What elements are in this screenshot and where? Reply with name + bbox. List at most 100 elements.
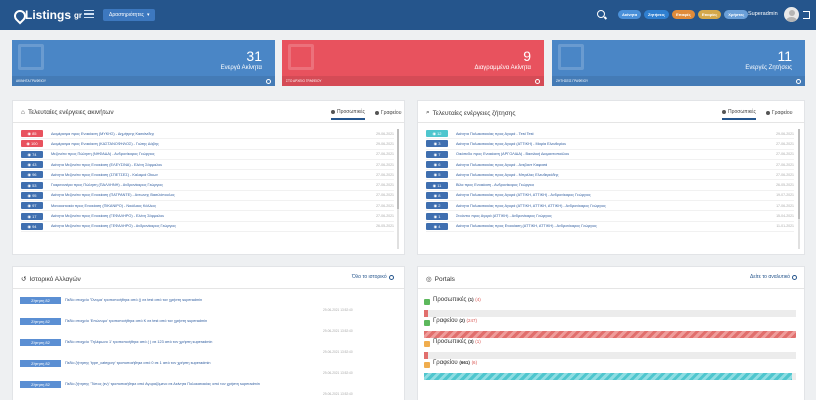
list-item[interactable]: ◉ 17 Ακίνητα Μεζονέτα προς Ενοικίαση (ΓΕΦ… <box>21 211 394 222</box>
id-badge[interactable]: ◉ 17 <box>21 212 43 220</box>
row-text[interactable]: Ακίνητα Πολυκατοικίας προς Αγορά - Μπρέλ… <box>456 173 559 177</box>
scrollbar-thumb[interactable] <box>397 129 399 209</box>
list-item[interactable]: ◉ 5 Ακίνητα Πολυκατοικίας προς Αγορά - Μπ… <box>426 170 794 181</box>
row-text[interactable]: Διαμέρισμα προς Ενοικίαση (ΚΑΣΤΑΝΟΦΗΛΟΣ)… <box>51 142 159 146</box>
list-item[interactable]: ◉ 8 Ακίνητα Πολυκατοικίας προς Αγορά (ΑΤΤ… <box>426 191 794 202</box>
activities-dropdown-label: Δραστηριότητες <box>109 12 144 18</box>
stat-footer[interactable]: ΖΗΤΗΣΕΙΣ ΓΡΑΦΕΙΟΥ <box>552 76 805 86</box>
tab-office[interactable]: Γραφείου <box>765 109 792 120</box>
id-badge[interactable]: ◉ 1 <box>426 212 448 220</box>
history-badge[interactable]: Ζήτηση 82 <box>20 297 61 304</box>
row-text[interactable]: Γκαρσονιέρα προς Πώληση (ΠΑΛΛΗΝΗ) - Ανδρ… <box>51 183 163 187</box>
row-text[interactable]: Ακίνητα Πολυκατοικίας προς Ενοικίαση (ΑΤ… <box>456 224 597 228</box>
row-text[interactable]: Ακίνητα Μεζονέτα προς Ενοικίαση (ΓΕΦΑΛΗΡ… <box>51 224 176 228</box>
id-badge[interactable]: ◉ 96 <box>21 171 43 179</box>
list-item[interactable]: ◉ 97 Μονοκατοικία προς Ενοικίαση (ΠΙΚΑΝΙΡ… <box>21 201 394 212</box>
id-badge[interactable]: ◉ 3 <box>426 140 448 148</box>
avatar[interactable] <box>784 7 799 22</box>
row-text[interactable]: Ακίνητα Μεζονέτα προς Ενοικίαση (ΓΕΦΑΛΗΡ… <box>51 214 164 218</box>
list-item[interactable]: ◉ 1 Στούντιο προς Αγορά (ΑΤΤΙΚΗ) - Ανδρον… <box>426 211 794 222</box>
id-badge[interactable]: ◉ 2 <box>426 202 448 210</box>
list-item[interactable]: ◉ 85 Διαμέρισμα προς Ενοικίαση (ΜΥΚΗΣ) - … <box>21 129 394 140</box>
row-text[interactable]: Μονοκατοικία προς Ενοικίαση (ΠΙΚΑΝΙΡΟ) -… <box>51 204 156 208</box>
id-badge[interactable]: ◉ 43 <box>21 161 43 169</box>
stat-card-2[interactable]: 11 Ενεργές Ζητήσεις ΖΗΤΗΣΕΙΣ ΓΡΑΦΕΙΟΥ <box>552 40 805 86</box>
row-text[interactable]: Ακίνητα Πολυκατοικίας προς Αγορά - Test … <box>456 132 534 136</box>
id-badge[interactable]: ◉ 94 <box>21 222 43 230</box>
row-text[interactable]: Βίλα προς Ενοικίαση - Ανδρονίκαρος Γεώργ… <box>456 183 534 187</box>
list-item[interactable]: ◉ 53 Γκαρσονιέρα προς Πώληση (ΠΑΛΛΗΝΗ) - … <box>21 180 394 191</box>
history-badge[interactable]: Ζήτηση 82 <box>20 381 61 388</box>
row-text[interactable]: Ακίνητα Μεζονέτα προς Ενοικίαση (ΣΠΕΤΣΕΣ… <box>51 173 158 177</box>
id-badge[interactable]: ◉ 97 <box>21 202 43 210</box>
row-text[interactable]: Διαμέρισμα προς Ενοικίαση (ΜΥΚΗΣ) - Δημή… <box>51 132 154 136</box>
quick-add-1-button[interactable]: Ζητήσεις <box>644 10 669 19</box>
folder-icon <box>288 44 314 70</box>
row-text[interactable]: Οικόπεδο προς Ενοικίαση (ΑΡΓΟΛΙΔΑ) - Βασ… <box>456 152 569 156</box>
id-badge[interactable]: ◉ 5 <box>426 171 448 179</box>
all-history-link[interactable]: Όλο το ιστορικό <box>352 274 394 280</box>
progress-fill <box>424 373 793 380</box>
list-item[interactable]: ◉ 11 Βίλα προς Ενοικίαση - Ανδρονίκαρος Γ… <box>426 180 794 191</box>
stat-card-0[interactable]: 31 Ενεργά Ακίνητα ΑΚΙΝΗΤΑ ΓΡΑΦΕΙΟΥ <box>12 40 275 86</box>
quick-add-3-button[interactable]: Εταιρίες <box>697 10 722 19</box>
row-text[interactable]: Ακίνητα Πολυκατοικίας προς Αγορά (ΑΤΤΙΚΗ… <box>456 193 591 197</box>
id-badge[interactable]: ◉ 6 <box>426 161 448 169</box>
list-item[interactable]: ◉ 3 Ακίνητα Πολυκατοικίας προς Αγορά (ΑΤΤ… <box>426 139 794 150</box>
row-text[interactable]: Ακίνητα Μεζονέτα προς Ενοικίαση (ΕΛΕΥΣΙΝ… <box>51 163 162 167</box>
id-badge[interactable]: ◉ 100 <box>21 140 43 148</box>
app-logo[interactable]: Listings gr <box>14 8 82 22</box>
list-item[interactable]: ◉ 43 Ακίνητα Μεζονέτα προς Ενοικίαση (ΕΛΕ… <box>21 160 394 171</box>
progress-track <box>424 331 796 338</box>
list-item[interactable]: ◉ 12 Ακίνητα Πολυκατοικίας προς Αγορά - T… <box>426 129 794 140</box>
menu-toggle-icon[interactable] <box>84 10 94 18</box>
activities-dropdown[interactable]: Δραστηριότητες ▾ <box>103 9 156 21</box>
row-text[interactable]: Στούντιο προς Αγορά (ΑΤΤΙΚΗ) - Ανδρονίκα… <box>456 214 552 218</box>
row-text[interactable]: Ακίνητα Πολυκατοικίας προς Αγορά (ΑΤΤΙΚΗ… <box>456 142 566 146</box>
id-badge[interactable]: ◉ 4 <box>426 222 448 230</box>
stat-footer[interactable]: ΣΤΟ ΑΡΧΕΙΟ ΓΡΑΦΕΙΟΥ <box>282 76 544 86</box>
list-item[interactable]: ◉ 74 Μεζονέτα προς Πώληση (ΝΗΦΑΔΑ) - Ανδρ… <box>21 150 394 160</box>
scrollbar[interactable] <box>397 129 399 249</box>
logout-icon[interactable] <box>803 11 810 19</box>
list-item[interactable]: ◉ 95 Ακίνητα Μεζονέτα προς Ενοικίαση (ΠΑΤ… <box>21 191 394 202</box>
scrollbar[interactable] <box>798 129 800 249</box>
scrollbar-thumb[interactable] <box>798 129 800 219</box>
list-item[interactable]: ◉ 4 Ακίνητα Πολυκατοικίας προς Ενοικίαση … <box>426 222 794 232</box>
id-badge[interactable]: ◉ 7 <box>426 150 448 158</box>
stat-card-1[interactable]: 9 Διαγραμμένα Ακίνητα ΣΤΟ ΑΡΧΕΙΟ ΓΡΑΦΕΙΟΥ <box>282 40 544 86</box>
id-badge[interactable]: ◉ 8 <box>426 191 448 199</box>
row-text[interactable]: Ακίνητα Πολυκατοικίας προς Αγορά (ΑΤΤΙΚΗ… <box>456 204 606 208</box>
id-badge[interactable]: ◉ 11 <box>426 181 448 189</box>
list-item[interactable]: ◉ 94 Ακίνητα Μεζονέτα προς Ενοικίαση (ΓΕΦ… <box>21 222 394 232</box>
history-badge[interactable]: Ζήτηση 82 <box>20 339 61 346</box>
id-badge-number: 94 <box>32 223 37 229</box>
row-date: 27-06-2021 <box>776 152 794 157</box>
id-badge[interactable]: ◉ 74 <box>21 150 43 158</box>
history-badge[interactable]: Ζήτηση 82 <box>20 318 61 325</box>
quick-add-4-button[interactable]: Χρήστες <box>724 10 749 19</box>
tab-personal[interactable]: Προσωπικές <box>722 109 756 120</box>
list-item[interactable]: ◉ 6 Ακίνητα Πολυκατοικίας προς Αγορά - Αν… <box>426 160 794 171</box>
tab-personal[interactable]: Προσωπικές <box>331 109 365 120</box>
list-item[interactable]: ◉ 100 Διαμέρισμα προς Ενοικίαση (ΚΑΣΤΑΝΟΦ… <box>21 139 394 150</box>
portals-details-link[interactable]: Δείτε το αναλυτικό <box>750 274 798 280</box>
user-name[interactable]: Superadmin <box>748 11 778 17</box>
row-text[interactable]: Ακίνητα Πολυκατοικίας προς Αγορά - Ανεβα… <box>456 163 547 167</box>
list-item[interactable]: ◉ 7 Οικόπεδο προς Ενοικίαση (ΑΡΓΟΛΙΔΑ) - … <box>426 150 794 160</box>
stat-footer[interactable]: ΑΚΙΝΗΤΑ ΓΡΑΦΕΙΟΥ <box>12 76 275 86</box>
id-badge[interactable]: ◉ 85 <box>21 130 43 138</box>
id-badge[interactable]: ◉ 12 <box>426 130 448 138</box>
row-text[interactable]: Ακίνητα Μεζονέτα προς Ενοικίαση (ΠΑΤΡΑΝΤ… <box>51 193 175 197</box>
id-badge[interactable]: ◉ 53 <box>21 181 43 189</box>
quick-add-2-button[interactable]: Επαφές <box>671 10 695 19</box>
list-item[interactable]: ◉ 2 Ακίνητα Πολυκατοικίας προς Αγορά (ΑΤΤ… <box>426 201 794 212</box>
id-badge[interactable]: ◉ 95 <box>21 191 43 199</box>
history-badge[interactable]: Ζήτηση 82 <box>20 360 61 367</box>
quick-add-0-button[interactable]: Ακίνητα <box>618 10 642 19</box>
properties-tabs: Προσωπικές Γραφείου <box>331 109 401 120</box>
row-text[interactable]: Μεζονέτα προς Πώληση (ΝΗΦΑΔΑ) - Ανδρονίκ… <box>51 152 155 156</box>
list-item[interactable]: ◉ 96 Ακίνητα Μεζονέτα προς Ενοικίαση (ΣΠΕ… <box>21 170 394 181</box>
search-icon[interactable] <box>597 10 605 18</box>
tab-office[interactable]: Γραφείου <box>374 109 401 120</box>
